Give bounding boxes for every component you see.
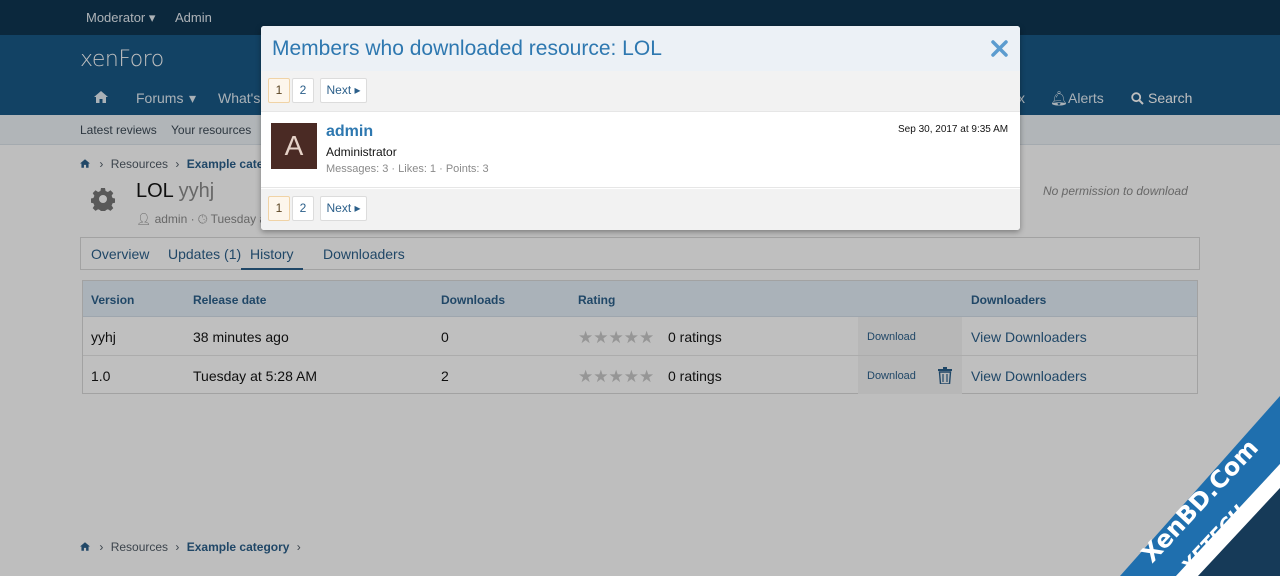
- download-date: Sep 30, 2017 at 9:35 AM: [898, 124, 1009, 135]
- page-1-button[interactable]: 1: [268, 196, 290, 221]
- next-page-button[interactable]: Next ▸: [320, 78, 367, 103]
- page-2-button[interactable]: 2: [292, 78, 314, 103]
- downloaders-modal: Members who downloaded resource: LOL 1 2…: [261, 26, 1020, 230]
- modal-title: Members who downloaded resource: LOL: [272, 37, 662, 60]
- member-name[interactable]: admin: [326, 123, 373, 141]
- pagination-top: 1 2 Next ▸: [261, 71, 1020, 111]
- page-1-button[interactable]: 1: [268, 78, 290, 103]
- modal-header: Members who downloaded resource: LOL: [261, 26, 1020, 71]
- watermark-ribbon: XenBD.Com XFTECH: [1120, 396, 1280, 576]
- next-page-button[interactable]: Next ▸: [320, 196, 367, 221]
- close-icon[interactable]: [991, 40, 1008, 57]
- list-item: A admin Administrator Messages: 3 · Like…: [261, 111, 1020, 188]
- page-2-button[interactable]: 2: [292, 196, 314, 221]
- pagination-bottom: 1 2 Next ▸: [261, 189, 1020, 230]
- member-stats: Messages: 3 · Likes: 1 · Points: 3: [326, 163, 489, 175]
- member-role: Administrator: [326, 145, 397, 159]
- avatar[interactable]: A: [271, 123, 317, 169]
